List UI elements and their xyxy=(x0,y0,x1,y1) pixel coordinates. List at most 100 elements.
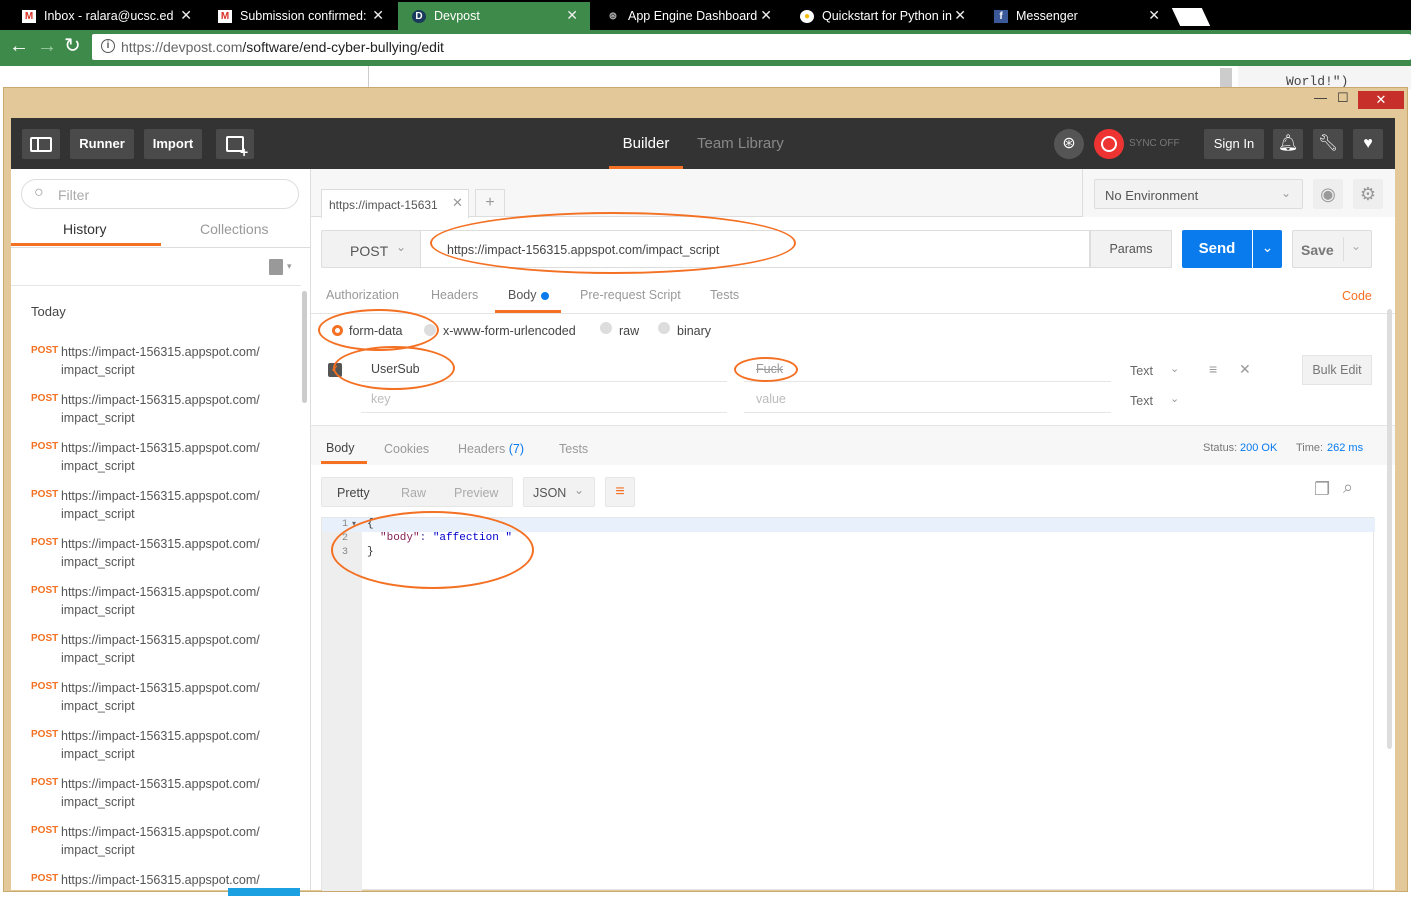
browser-tab-inbox[interactable]: M Inbox - ralara@ucsc.edu ✕ xyxy=(8,2,204,30)
sign-in-button[interactable]: Sign In xyxy=(1204,129,1264,159)
code-link[interactable]: Code xyxy=(1342,289,1372,303)
browser-tab-strip: M Inbox - ralara@ucsc.edu ✕ M Submission… xyxy=(0,0,1411,30)
value-placeholder: value xyxy=(756,392,786,406)
url-input[interactable]: i https://devpost.com/software/end-cyber… xyxy=(92,34,1411,60)
history-item[interactable]: POST https://impact-156315.appspot.com/im… xyxy=(31,725,291,769)
browser-tab-quickstart[interactable]: ● Quickstart for Python in ✕ xyxy=(786,2,978,30)
gear-icon[interactable]: ⚙ xyxy=(1353,179,1383,209)
tab-title: Quickstart for Python in xyxy=(822,9,952,23)
chevron-down-icon[interactable]: ⌄ xyxy=(1170,362,1179,375)
delete-row-icon[interactable]: ✕ xyxy=(1239,361,1251,378)
history-item[interactable]: POST https://impact-156315.appspot.com/im… xyxy=(31,437,291,481)
method-badge: POST xyxy=(31,489,59,500)
view-pretty[interactable]: Pretty xyxy=(337,486,370,500)
sidebar-toggle-icon[interactable] xyxy=(22,129,60,159)
tab-title: App Engine Dashboard - xyxy=(628,9,758,23)
params-button[interactable]: Params xyxy=(1090,230,1172,268)
history-item[interactable]: POST https://impact-156315.appspot.com/im… xyxy=(31,533,291,577)
bulk-edit-button[interactable]: Bulk Edit xyxy=(1302,355,1372,385)
filter-input[interactable]: ○ Filter xyxy=(21,179,299,209)
main-scrollbar[interactable] xyxy=(1387,309,1392,749)
minimize-icon[interactable]: — xyxy=(1314,90,1327,105)
send-dropdown-icon[interactable]: ⌄ xyxy=(1253,230,1282,268)
drag-handle-icon[interactable]: ≡ xyxy=(1209,361,1217,377)
new-request-tab-button[interactable]: + xyxy=(475,189,505,217)
environment-select[interactable]: No Environment ⌄ xyxy=(1094,179,1303,209)
request-tab[interactable]: https://impact-15631 ✕ xyxy=(321,189,469,218)
new-tab-button[interactable] xyxy=(1171,8,1211,26)
browser-tab-devpost[interactable]: D Devpost ✕ xyxy=(398,2,590,30)
key-placeholder-field[interactable]: key xyxy=(361,383,727,413)
radio-raw[interactable] xyxy=(600,322,612,334)
browser-tab-submission[interactable]: M Submission confirmed: E ✕ xyxy=(204,2,396,30)
response-tab-body[interactable]: Body xyxy=(321,433,367,464)
close-icon[interactable]: ✕ xyxy=(566,7,578,24)
history-item[interactable]: POST https://impact-156315.appspot.com/im… xyxy=(31,629,291,673)
chevron-down-icon: ⌄ xyxy=(1281,186,1292,200)
reload-icon[interactable]: ↻ xyxy=(64,36,81,56)
tab-pre-request-script[interactable]: Pre-request Script xyxy=(580,288,681,302)
chevron-down-icon[interactable]: ▾ xyxy=(287,261,292,272)
wrench-icon[interactable]: 🔧︎ xyxy=(1313,129,1343,159)
forward-icon[interactable]: → xyxy=(37,36,57,56)
chevron-down-icon: ⌄ xyxy=(396,240,407,254)
eye-icon[interactable]: ◉ xyxy=(1313,179,1343,209)
runner-button[interactable]: Runner xyxy=(70,129,134,159)
tab-builder[interactable]: Builder xyxy=(609,118,683,169)
type-select-empty[interactable]: Text xyxy=(1130,394,1153,408)
history-item[interactable]: POST https://impact-156315.appspot.com/im… xyxy=(31,773,291,817)
new-window-icon[interactable]: + xyxy=(216,129,254,159)
copy-icon[interactable]: ❐ xyxy=(1314,479,1330,500)
view-preview[interactable]: Preview xyxy=(454,486,498,500)
tab-tests[interactable]: Tests xyxy=(710,288,739,302)
close-icon[interactable]: ✕ xyxy=(180,7,192,24)
close-icon[interactable]: ✕ xyxy=(760,7,772,24)
type-select[interactable]: Text xyxy=(1130,364,1153,378)
tab-team-library[interactable]: Team Library xyxy=(697,118,784,169)
back-icon[interactable]: ← xyxy=(9,36,29,56)
tab-headers[interactable]: Headers xyxy=(431,288,478,302)
view-raw[interactable]: Raw xyxy=(401,486,426,500)
history-item[interactable]: POST https://impact-156315.appspot.com/im… xyxy=(31,581,291,625)
value-field[interactable]: Fuck xyxy=(744,352,1111,382)
history-item[interactable]: POST https://impact-156315.appspot.com/im… xyxy=(31,821,291,865)
response-tab-headers[interactable]: Headers (7) xyxy=(458,442,524,456)
history-item[interactable]: POST https://impact-156315.appspot.com/im… xyxy=(31,677,291,721)
history-item[interactable]: POST https://impact-156315.appspot.com/im… xyxy=(31,341,291,385)
tab-title: Submission confirmed: E xyxy=(240,9,370,23)
interceptor-icon[interactable]: ⊛ xyxy=(1054,129,1084,159)
import-button[interactable]: Import xyxy=(144,129,202,159)
tab-history[interactable]: History xyxy=(11,220,161,246)
method-badge: POST xyxy=(31,633,59,644)
chevron-down-icon[interactable]: ⌄ xyxy=(1170,392,1179,405)
maximize-icon[interactable]: ☐ xyxy=(1337,90,1349,106)
value-placeholder-field[interactable]: value xyxy=(744,383,1111,413)
bell-icon[interactable]: 🔔︎ xyxy=(1273,129,1303,159)
sidebar-scrollbar[interactable] xyxy=(302,291,307,403)
history-item[interactable]: POST https://impact-156315.appspot.com/im… xyxy=(31,389,291,433)
close-icon[interactable]: ✕ xyxy=(372,7,384,24)
tab-body[interactable]: Body xyxy=(495,282,561,313)
tab-collections[interactable]: Collections xyxy=(200,221,268,237)
close-icon[interactable]: ✕ xyxy=(452,195,463,211)
browser-tab-messenger[interactable]: f Messenger ✕ xyxy=(980,2,1172,30)
close-icon[interactable]: ✕ xyxy=(954,7,966,24)
wrap-lines-icon[interactable]: ≡ xyxy=(605,477,635,507)
format-select[interactable]: JSON ⌄ xyxy=(523,477,595,507)
history-item[interactable]: POST https://impact-156315.appspot.com/im… xyxy=(31,485,291,529)
response-tab-cookies[interactable]: Cookies xyxy=(384,442,429,456)
tab-authorization[interactable]: Authorization xyxy=(326,288,399,302)
close-window-button[interactable]: ✕ xyxy=(1358,91,1404,109)
method-select[interactable]: POST ⌄ xyxy=(321,230,421,268)
send-button[interactable]: Send xyxy=(1182,230,1252,268)
response-tab-tests[interactable]: Tests xyxy=(559,442,588,456)
trash-icon[interactable] xyxy=(269,259,283,275)
browser-tab-appengine[interactable]: ⊛ App Engine Dashboard - ✕ xyxy=(592,2,784,30)
search-icon[interactable]: ⌕ xyxy=(1343,477,1353,498)
heart-icon[interactable]: ♥ xyxy=(1353,129,1383,159)
save-button[interactable]: Save ⌄ xyxy=(1292,230,1372,268)
sync-icon[interactable] xyxy=(1094,129,1124,159)
close-icon[interactable]: ✕ xyxy=(1148,7,1160,24)
method-badge: POST xyxy=(31,873,59,884)
radio-binary[interactable] xyxy=(658,322,670,334)
